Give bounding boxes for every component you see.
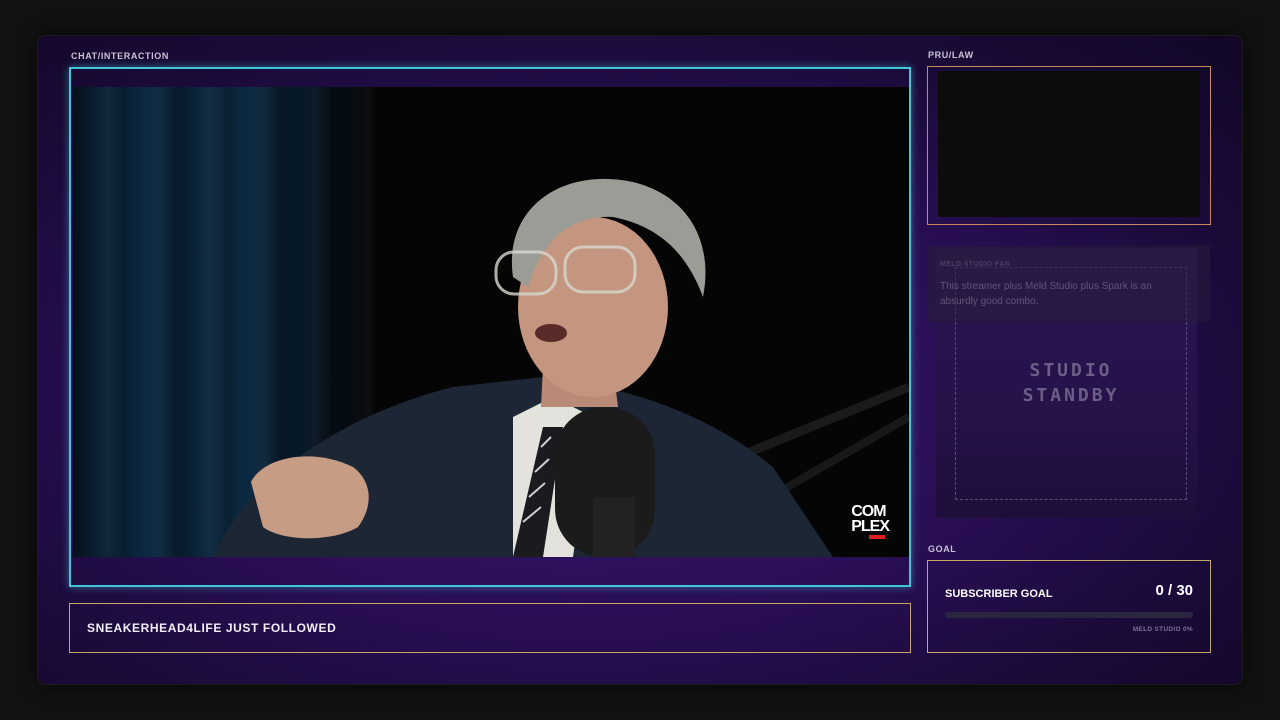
pru-law-cam-frame	[927, 66, 1211, 225]
complex-logo: COM PLEX	[851, 504, 890, 539]
logo-tag	[869, 535, 886, 539]
follower-alert-text: SNEAKERHEAD4LIFE JUST FOLLOWED	[87, 621, 337, 635]
pru-law-cam-feed[interactable]	[938, 71, 1200, 217]
video-feed[interactable]: COM PLEX	[73, 87, 909, 557]
main-video-frame: COM PLEX	[69, 67, 911, 587]
goal-count: 0 / 30	[1155, 582, 1193, 599]
follower-alert-box: SNEAKERHEAD4LIFE JUST FOLLOWED	[69, 603, 911, 653]
goal-meta: MELD STUDIO 0%	[1132, 626, 1193, 633]
fan-message-card: MELD STUDIO FAN This streamer plus Meld …	[928, 246, 1210, 322]
goal-progress-track	[945, 612, 1193, 618]
standby-line-2: STANDBY	[1022, 385, 1120, 406]
goal-label: GOAL	[928, 544, 957, 554]
pru-law-label: PRU/LAW	[928, 50, 974, 60]
goal-title: SUBSCRIBER GOAL	[945, 588, 1053, 600]
fan-message-title: MELD STUDIO FAN	[940, 261, 1011, 268]
chat-interaction-label: CHAT/INTERACTION	[71, 51, 169, 61]
speaker-video-image	[213, 178, 909, 557]
fan-message-body: This streamer plus Meld Studio plus Spar…	[940, 281, 1152, 307]
subscriber-goal-box: SUBSCRIBER GOAL 0 / 30 MELD STUDIO 0%	[927, 560, 1211, 653]
studio-standby-text: STUDIO STANDBY	[955, 358, 1187, 408]
logo-line-2: PLEX	[851, 518, 890, 535]
standby-line-1: STUDIO	[1029, 360, 1113, 381]
